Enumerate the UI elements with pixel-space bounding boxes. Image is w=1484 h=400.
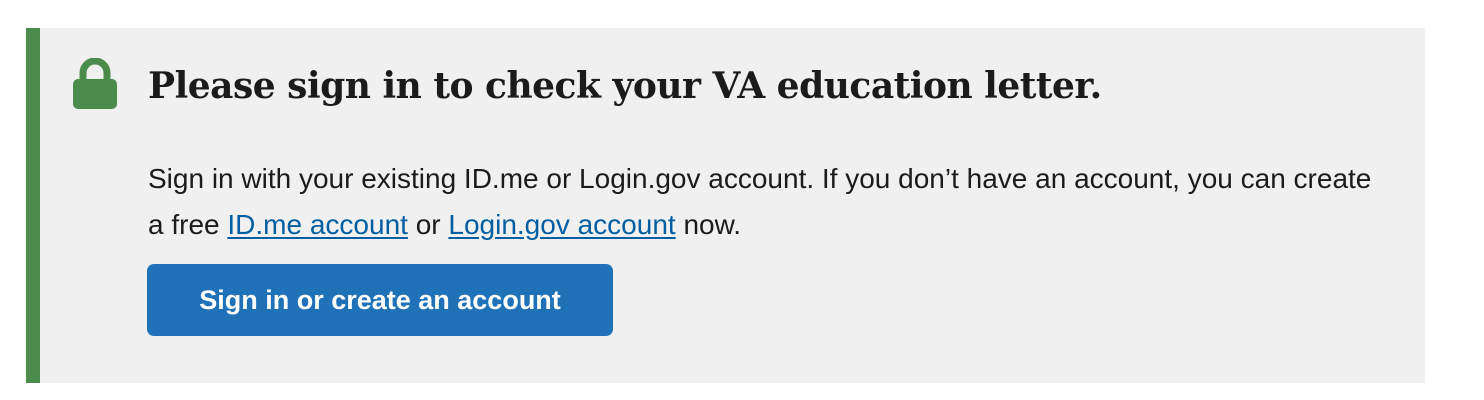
alert-heading: Please sign in to check your VA educatio… xyxy=(148,65,1102,107)
body-text-middle: or xyxy=(407,209,449,240)
sign-in-button[interactable]: Sign in or create an account xyxy=(147,264,613,336)
alert-accent-bar xyxy=(26,28,40,383)
lock-icon xyxy=(72,57,118,110)
alert-body-text: Sign in with your existing ID.me or Logi… xyxy=(148,156,1378,248)
body-text-after: now. xyxy=(675,209,742,240)
idme-account-link[interactable]: ID.me account xyxy=(227,209,408,240)
logingov-account-link[interactable]: Login.gov account xyxy=(448,209,675,240)
